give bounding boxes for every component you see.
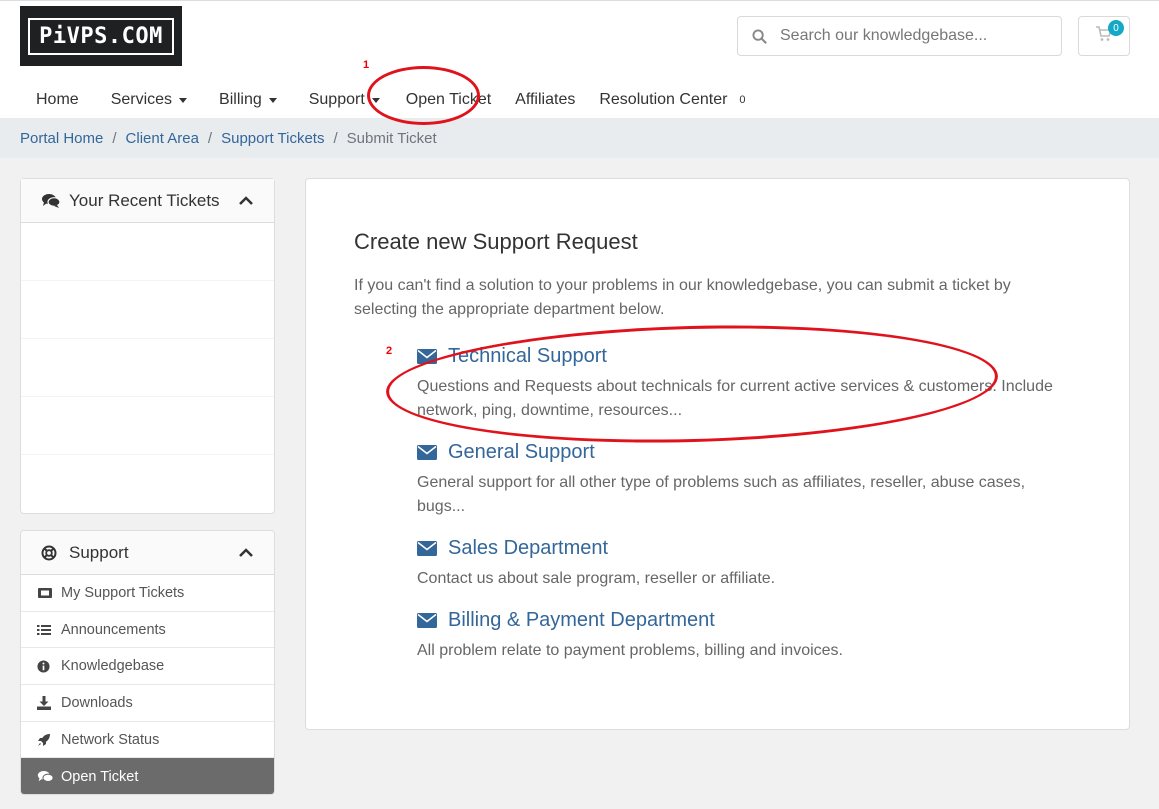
list-icon — [37, 624, 61, 636]
support-menu-title: Support — [69, 542, 129, 562]
breadcrumb-current: Submit Ticket — [346, 129, 437, 147]
caret-down-icon — [179, 97, 188, 103]
breadcrumb-separator: / — [112, 129, 117, 147]
breadcrumb-separator: / — [333, 129, 338, 147]
search-box — [737, 16, 1062, 56]
menu-knowledgebase[interactable]: Knowledgebase — [21, 648, 274, 686]
nav-billing[interactable]: Billing — [203, 91, 293, 109]
department-link[interactable]: Technical Support — [417, 345, 1057, 368]
chevron-up-icon[interactable] — [238, 191, 254, 211]
envelope-icon — [417, 349, 437, 364]
department-link[interactable]: General Support — [417, 441, 1057, 464]
logo-text: PiVPS.COM — [28, 17, 174, 55]
department-sales: Sales Department Contact us about sale p… — [417, 537, 1057, 591]
support-request-panel: Create new Support Request If you can't … — [305, 178, 1130, 730]
breadcrumb: Portal Home / Client Area / Support Tick… — [0, 118, 1159, 158]
ticket-icon — [37, 587, 61, 599]
breadcrumb-support-tickets[interactable]: Support Tickets — [221, 130, 324, 147]
download-icon — [37, 695, 61, 710]
envelope-icon — [417, 445, 437, 460]
nav-open-ticket[interactable]: Open Ticket — [396, 91, 499, 109]
cart-button[interactable]: 0 — [1078, 16, 1130, 56]
resolution-count-badge: 0 — [739, 94, 746, 106]
menu-open-ticket[interactable]: Open Ticket — [21, 758, 274, 794]
comments-icon — [41, 193, 63, 209]
caret-down-icon — [371, 97, 380, 103]
department-title: General Support — [448, 441, 595, 463]
list-divider — [21, 396, 274, 397]
support-menu-panel: Support My Support Tickets Announcements… — [20, 530, 275, 795]
annotation-marker-2: 2 — [386, 345, 393, 357]
site-header: PiVPS.COM 0 Home Services Billing Suppor… — [0, 0, 1159, 118]
department-title: Technical Support — [448, 345, 607, 367]
list-divider — [21, 338, 274, 339]
site-logo[interactable]: PiVPS.COM — [20, 6, 182, 66]
nav-resolution-center[interactable]: Resolution Center 0 — [587, 91, 761, 109]
breadcrumb-client-area[interactable]: Client Area — [126, 130, 199, 147]
recent-tickets-header[interactable]: Your Recent Tickets — [21, 179, 274, 223]
list-divider — [21, 454, 274, 455]
info-circle-icon — [37, 660, 61, 673]
search-icon — [738, 28, 780, 44]
nav-services-label: Services — [110, 91, 173, 108]
nav-support[interactable]: Support — [293, 91, 396, 109]
annotation-marker-1: 1 — [363, 59, 370, 71]
menu-item-label: Knowledgebase — [61, 658, 165, 675]
cart-count-badge: 0 — [1108, 20, 1124, 36]
life-ring-icon — [41, 545, 63, 561]
menu-item-label: My Support Tickets — [61, 584, 185, 601]
department-technical-support: Technical Support Questions and Requests… — [417, 345, 1057, 423]
rocket-icon — [37, 733, 61, 747]
department-description: Contact us about sale program, reseller … — [417, 570, 776, 587]
support-menu-header[interactable]: Support — [21, 531, 274, 575]
nav-resolution-label: Resolution Center — [599, 91, 728, 108]
menu-item-label: Announcements — [61, 621, 166, 638]
menu-item-label: Open Ticket — [61, 768, 139, 785]
comments-icon — [37, 770, 61, 784]
envelope-icon — [417, 541, 437, 556]
nav-billing-label: Billing — [219, 91, 262, 108]
recent-tickets-panel: Your Recent Tickets — [20, 178, 275, 514]
menu-downloads[interactable]: Downloads — [21, 685, 274, 722]
nav-affiliates[interactable]: Affiliates — [499, 91, 587, 109]
department-title: Sales Department — [448, 537, 609, 559]
department-description: Questions and Requests about technicals … — [417, 378, 1053, 419]
department-general-support: General Support General support for all … — [417, 441, 1057, 519]
menu-item-label: Network Status — [61, 731, 160, 748]
caret-down-icon — [268, 97, 277, 103]
menu-network-status[interactable]: Network Status — [21, 722, 274, 759]
department-title: Billing & Payment Department — [448, 609, 715, 631]
search-input[interactable] — [780, 27, 1061, 45]
menu-my-support-tickets[interactable]: My Support Tickets — [21, 575, 274, 612]
department-description: General support for all other type of pr… — [417, 474, 1026, 515]
page-title: Create new Support Request — [354, 229, 638, 254]
department-link[interactable]: Sales Department — [417, 537, 1057, 560]
department-link[interactable]: Billing & Payment Department — [417, 609, 1057, 632]
breadcrumb-separator: / — [207, 129, 213, 147]
nav-support-label: Support — [308, 91, 365, 108]
nav-home[interactable]: Home — [20, 91, 95, 109]
menu-announcements[interactable]: Announcements — [21, 612, 274, 649]
breadcrumb-portal-home[interactable]: Portal Home — [20, 130, 103, 147]
menu-item-label: Downloads — [61, 694, 133, 711]
intro-text: If you can't find a solution to your pro… — [354, 277, 1011, 318]
department-billing-payment: Billing & Payment Department All problem… — [417, 609, 1057, 663]
chevron-up-icon[interactable] — [238, 543, 254, 563]
nav-services[interactable]: Services — [95, 91, 203, 109]
recent-tickets-list — [21, 223, 274, 513]
department-description: All problem relate to payment problems, … — [417, 642, 843, 659]
list-divider — [21, 280, 274, 281]
main-nav: Home Services Billing Support Open Ticke… — [20, 81, 762, 119]
recent-tickets-title: Your Recent Tickets — [69, 190, 220, 210]
envelope-icon — [417, 613, 437, 628]
